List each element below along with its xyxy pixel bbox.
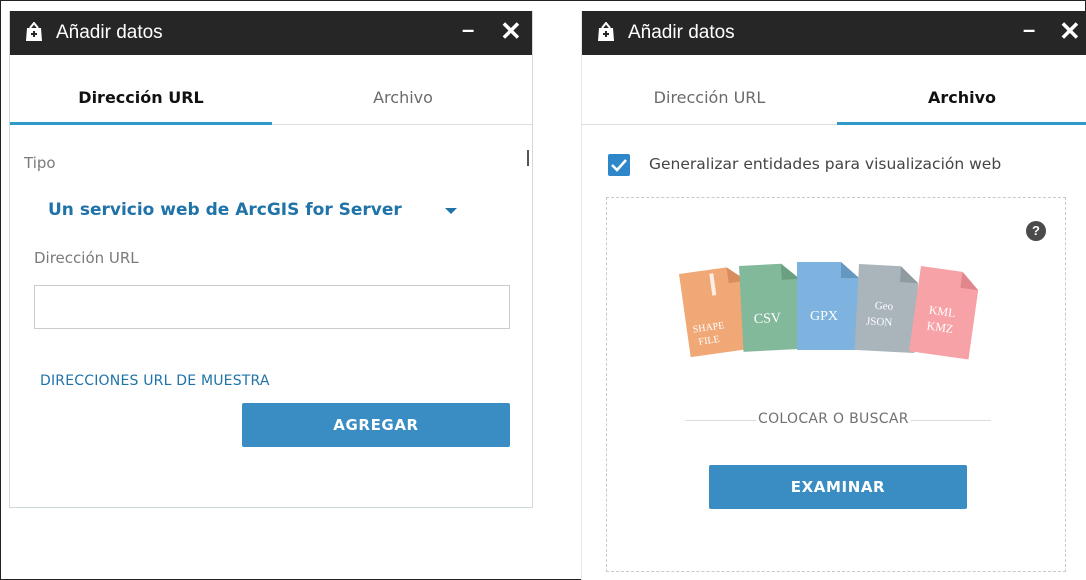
type-label: Tipo: [24, 154, 56, 172]
browse-button[interactable]: EXAMINAR: [709, 465, 967, 509]
tab-bar: Dirección URL Archivo: [582, 55, 1086, 125]
file-drop-zone[interactable]: ? SHAPE FILE CSV GPX Geo JSON KML KMZ CO…: [606, 197, 1066, 572]
panel-title: Añadir datos: [628, 22, 735, 43]
checkmark-icon: [611, 159, 627, 172]
file-type-label: CSV: [753, 311, 781, 327]
background-edge: [527, 150, 529, 166]
file-type-label: GPX: [810, 309, 838, 324]
sample-urls-link[interactable]: DIRECCIONES URL DE MUESTRA: [40, 373, 270, 389]
add-data-bag-icon: [26, 22, 42, 41]
tab-url[interactable]: Dirección URL: [582, 88, 837, 107]
active-tab-indicator: [837, 122, 1086, 125]
browse-button-label: EXAMINAR: [790, 478, 886, 496]
file-types-illustration: SHAPE FILE CSV GPX Geo JSON KML KMZ: [679, 262, 979, 360]
panel-titlebar: Añadir datos – ✕: [582, 11, 1086, 55]
active-tab-indicator: [10, 122, 272, 125]
generalize-label: Generalizar entidades para visualización…: [649, 155, 1002, 173]
tab-url[interactable]: Dirección URL: [10, 88, 272, 107]
minimize-button[interactable]: –: [1023, 17, 1035, 43]
file-type-label: JSON: [866, 315, 893, 328]
close-button[interactable]: ✕: [1059, 16, 1081, 47]
add-button[interactable]: AGREGAR: [242, 403, 510, 447]
panel-titlebar: Añadir datos – ✕: [10, 11, 532, 55]
tab-bar: Dirección URL Archivo: [10, 55, 532, 125]
chevron-down-icon[interactable]: [445, 208, 457, 214]
close-button[interactable]: ✕: [500, 16, 522, 47]
tab-file[interactable]: Archivo: [272, 88, 532, 107]
add-data-panel-file: Añadir datos – ✕ Dirección URL Archivo G…: [581, 11, 1086, 580]
url-input[interactable]: [34, 285, 510, 329]
help-icon[interactable]: ?: [1026, 221, 1046, 241]
drop-or-browse-text: COLOCAR O BUSCAR: [756, 411, 911, 427]
panel-title: Añadir datos: [56, 22, 163, 43]
add-data-panel-url: Añadir datos – ✕ Dirección URL Archivo T…: [9, 11, 533, 508]
type-dropdown[interactable]: Un servicio web de ArcGIS for Server: [48, 200, 402, 220]
tab-file[interactable]: Archivo: [837, 88, 1086, 107]
minimize-button[interactable]: –: [462, 17, 474, 43]
generalize-checkbox[interactable]: [608, 154, 630, 176]
url-label: Dirección URL: [34, 249, 139, 267]
add-button-label: AGREGAR: [333, 416, 419, 434]
add-data-bag-icon: [598, 22, 614, 41]
file-type-label: Geo: [875, 300, 894, 313]
